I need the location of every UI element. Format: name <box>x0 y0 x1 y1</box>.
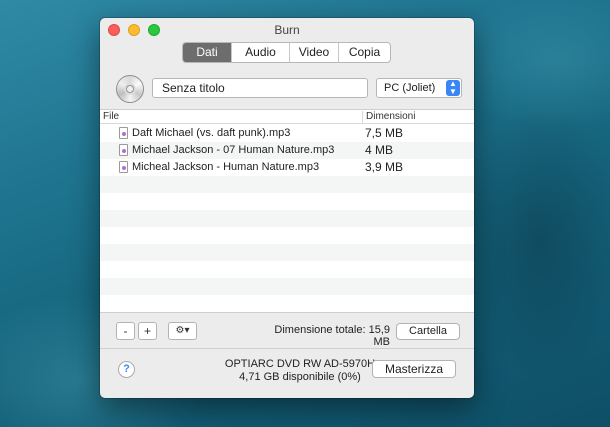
divider <box>100 348 474 349</box>
file-name: Micheal Jackson - Human Nature.mp3 <box>132 161 320 173</box>
drive-info: OPTIARC DVD RW AD-5970H 4,71 GB disponib… <box>210 358 390 384</box>
audio-file-icon <box>119 127 128 139</box>
cd-icon <box>116 75 144 103</box>
column-header-file[interactable]: File <box>103 111 119 122</box>
file-name: Daft Michael (vs. daft punk).mp3 <box>132 127 291 139</box>
remove-file-button[interactable]: - <box>116 322 135 340</box>
file-size: 4 MB <box>365 143 394 157</box>
column-header-size[interactable]: Dimensioni <box>362 111 415 124</box>
tab-copia[interactable]: Copia <box>339 43 390 62</box>
empty-row <box>100 210 474 227</box>
help-button[interactable]: ? <box>118 361 135 378</box>
close-window-button[interactable] <box>108 24 120 36</box>
folder-button[interactable]: Cartella <box>396 323 460 340</box>
window-title: Burn <box>274 23 300 37</box>
table-row[interactable]: Micheal Jackson - Human Nature.mp3 3,9 M… <box>100 159 474 176</box>
file-system-select-value: PC (Joliet) <box>384 82 436 94</box>
audio-file-icon <box>119 144 128 156</box>
tab-audio[interactable]: Audio <box>232 43 290 62</box>
table-row[interactable]: Michael Jackson - 07 Human Nature.mp3 4 … <box>100 142 474 159</box>
file-table: File Dimensioni Daft Michael (vs. daft p… <box>100 109 474 313</box>
burn-window: Burn Dati Audio Video Copia Senza titolo… <box>100 18 474 398</box>
select-arrows-icon: ▲ ▼ <box>446 80 460 96</box>
file-name: Michael Jackson - 07 Human Nature.mp3 <box>132 144 335 156</box>
audio-file-icon <box>119 161 128 173</box>
empty-row <box>100 295 474 312</box>
empty-row <box>100 193 474 210</box>
table-header: File Dimensioni <box>100 110 474 124</box>
empty-row <box>100 278 474 295</box>
tab-video[interactable]: Video <box>290 43 339 62</box>
file-system-select[interactable]: PC (Joliet) ▲ ▼ <box>376 78 462 98</box>
zoom-window-button[interactable] <box>148 24 160 36</box>
drive-available-space: 4,71 GB disponibile (0%) <box>239 371 361 383</box>
file-size: 3,9 MB <box>365 160 404 174</box>
add-file-button[interactable]: + <box>138 322 157 340</box>
disc-name-field[interactable]: Senza titolo <box>152 78 368 98</box>
file-size: 7,5 MB <box>365 126 404 140</box>
tab-dati[interactable]: Dati <box>183 43 232 62</box>
tab-bar: Dati Audio Video Copia <box>182 42 391 63</box>
empty-row <box>100 227 474 244</box>
empty-row <box>100 176 474 193</box>
minimize-window-button[interactable] <box>128 24 140 36</box>
drive-name: OPTIARC DVD RW AD-5970H <box>224 358 376 370</box>
title-bar: Burn <box>100 18 474 42</box>
empty-row <box>100 261 474 278</box>
table-rows: Daft Michael (vs. daft punk).mp3 7,5 MB … <box>100 125 474 312</box>
empty-row <box>100 244 474 261</box>
burn-button[interactable]: Masterizza <box>372 360 456 378</box>
actions-gear-button[interactable]: ⚙▾ <box>168 322 197 340</box>
total-size-label: Dimensione totale: 15,9 MB <box>274 324 390 348</box>
table-row[interactable]: Daft Michael (vs. daft punk).mp3 7,5 MB <box>100 125 474 142</box>
